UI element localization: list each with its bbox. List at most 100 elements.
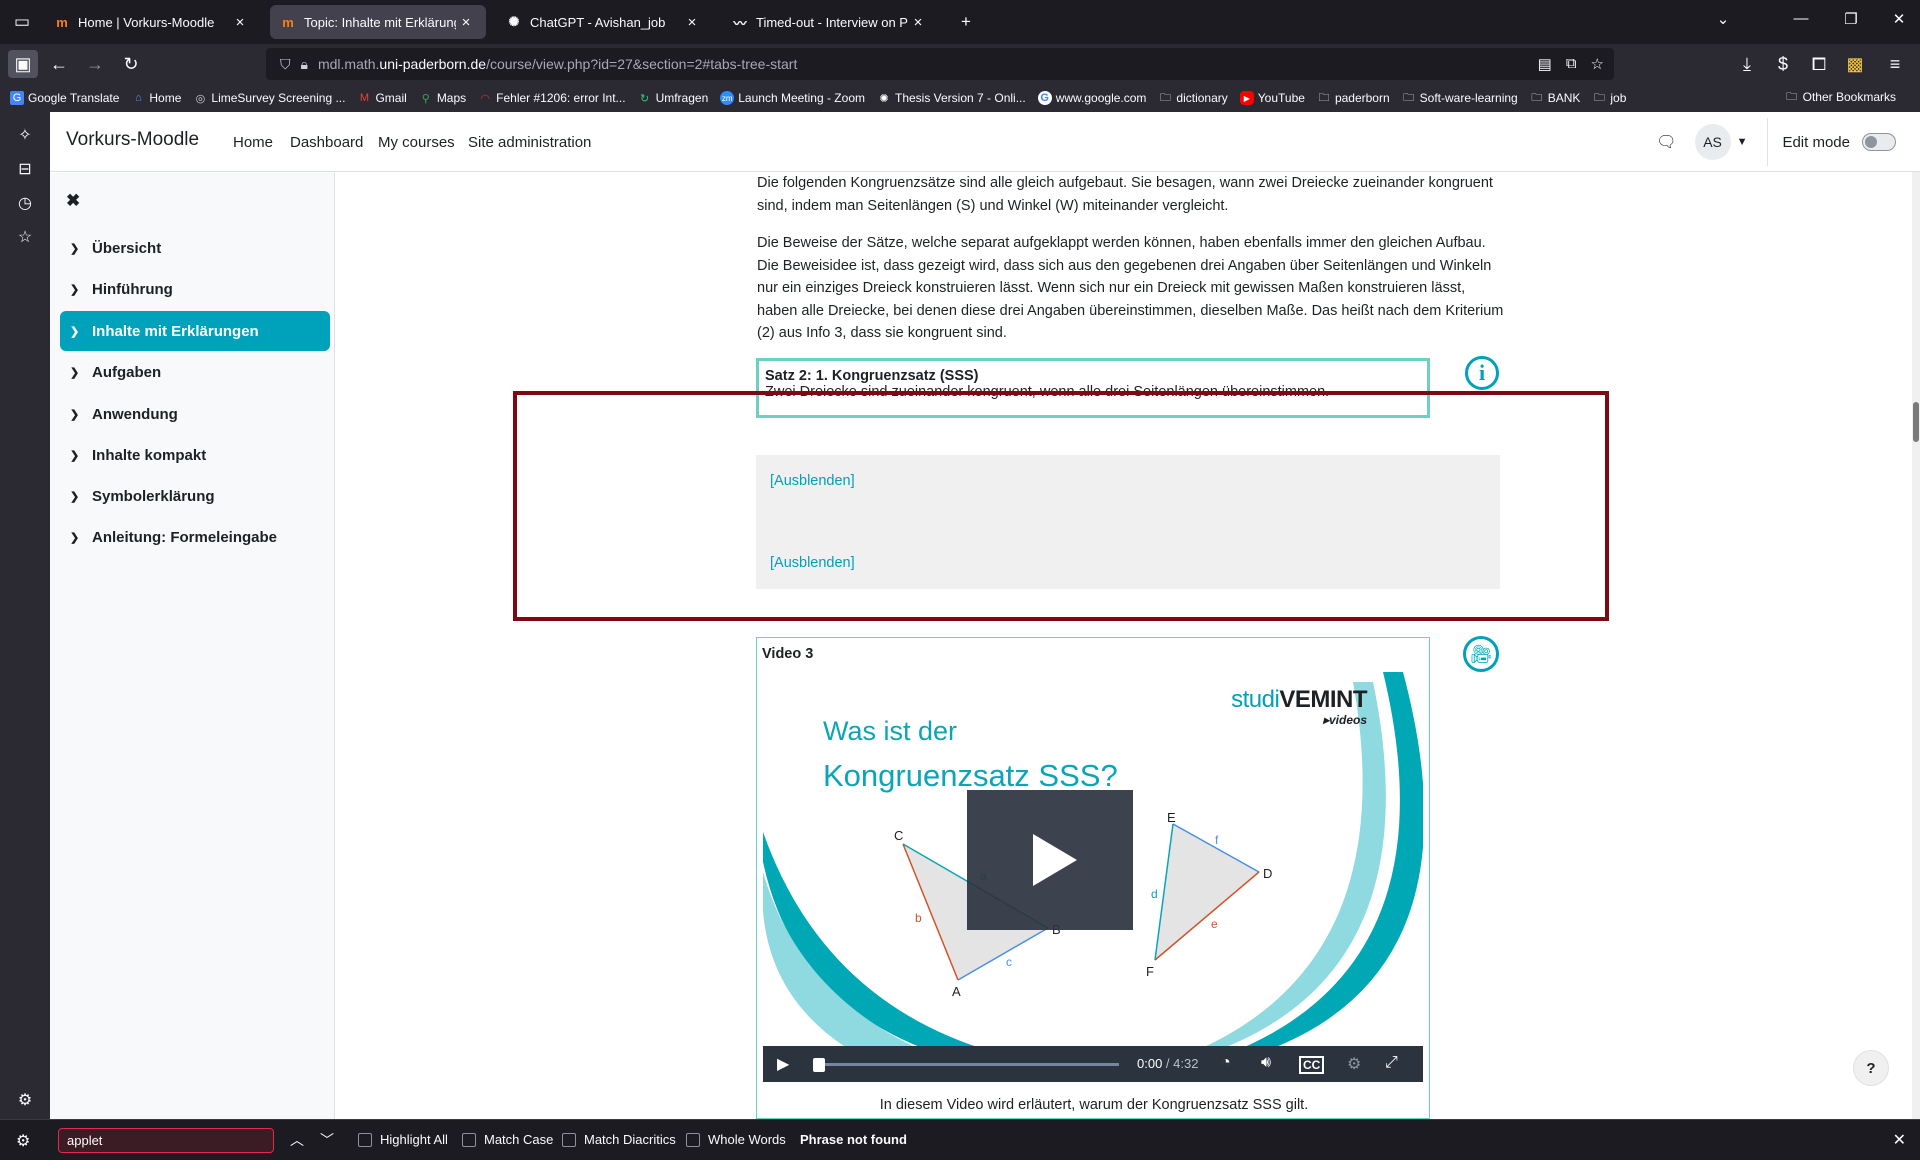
close-icon[interactable]: ×: [456, 14, 476, 31]
gear-icon[interactable]: ⚙: [1347, 1054, 1361, 1074]
tab-overview-icon[interactable]: ▭: [8, 8, 36, 36]
close-icon[interactable]: ×: [908, 14, 928, 31]
course-index-item[interactable]: ❯ Symbolerklärung: [60, 476, 330, 516]
chevron-down-icon[interactable]: ❯: [70, 449, 92, 462]
course-index-item[interactable]: ❯ Anleitung: Formeleingabe: [60, 517, 330, 557]
chevron-down-icon[interactable]: ❯: [70, 408, 92, 421]
bookmark-home[interactable]: ⌂ Home: [131, 91, 181, 105]
bookmark-dictionary[interactable]: 🗀︎ dictionary: [1158, 91, 1228, 105]
gear-icon[interactable]: ⚙: [16, 1131, 30, 1151]
avatar[interactable]: AS: [1694, 124, 1731, 160]
highlight-all-checkbox[interactable]: Highlight All: [358, 1132, 448, 1147]
bookmark-other[interactable]: 🗀︎ Other Bookmarks: [1785, 90, 1896, 104]
chevron-down-icon[interactable]: ❯: [70, 531, 92, 544]
find-next-icon[interactable]: ﹀: [320, 1130, 334, 1150]
new-tab-icon[interactable]: +: [952, 8, 980, 36]
tab-chatgpt[interactable]: ✺ ChatGPT - Avishan_job ×: [496, 5, 712, 39]
extension-badge-icon[interactable]: ▩: [1840, 50, 1870, 78]
bookmark-maps[interactable]: ⚲ Maps: [419, 91, 466, 105]
downloads-icon[interactable]: ⤓: [1732, 50, 1762, 78]
find-previous-icon[interactable]: ︿: [290, 1130, 304, 1150]
course-index-item-active[interactable]: ❯ Inhalte mit Erklärungen: [60, 311, 330, 351]
synced-tabs-icon[interactable]: ⊟: [12, 156, 38, 182]
bookmark-limesurvey[interactable]: ◎ LimeSurvey Screening ...: [193, 91, 346, 105]
reader-view-icon[interactable]: ▤: [1538, 55, 1552, 73]
nav-home[interactable]: Home: [233, 134, 273, 151]
back-icon[interactable]: ←: [44, 50, 74, 78]
bookmark-star-icon[interactable]: ☆: [1591, 55, 1604, 73]
nav-dashboard[interactable]: Dashboard: [290, 134, 363, 151]
progress-handle[interactable]: [813, 1058, 825, 1072]
scrollbar-thumb[interactable]: [1913, 402, 1919, 442]
account-icon[interactable]: $: [1768, 50, 1798, 78]
bookmark-google-translate[interactable]: G Google Translate: [10, 91, 119, 105]
play-icon[interactable]: ▶: [777, 1054, 789, 1074]
minimize-icon[interactable]: —: [1786, 10, 1816, 27]
url-bar[interactable]: ⛉ 🔒︎ mdl.math. uni-paderborn.de/course/vi…: [266, 48, 1614, 80]
menu-icon[interactable]: ≡: [1880, 50, 1910, 78]
big-play-button[interactable]: [967, 790, 1133, 930]
extensions-icon[interactable]: ⧠: [1804, 50, 1834, 78]
close-icon[interactable]: ✕: [1893, 1130, 1906, 1150]
bookmark-bank[interactable]: 🗀︎ BANK: [1530, 91, 1580, 105]
bookmark-fehler[interactable]: ◠ Fehler #1206: error Int...: [478, 91, 625, 105]
course-index-item[interactable]: ❯ Übersicht: [60, 228, 330, 268]
whole-words-checkbox[interactable]: Whole Words: [686, 1132, 786, 1147]
tab-home-vorkurs[interactable]: m Home | Vorkurs-Moodle ×: [44, 5, 260, 39]
sidebar-toggle-icon[interactable]: ▣: [8, 50, 38, 78]
lock-icon[interactable]: 🔒︎: [301, 56, 308, 73]
chevron-down-icon[interactable]: ❯: [70, 490, 92, 503]
bookmark-umfragen[interactable]: ↻ Umfragen: [638, 91, 708, 105]
bookmarks-icon[interactable]: ☆: [12, 224, 38, 250]
tab-topic-inhalte[interactable]: m Topic: Inhalte mit Erklärungen | Vorku…: [270, 5, 486, 39]
close-icon[interactable]: ×: [230, 14, 250, 31]
chevron-down-icon[interactable]: ❯: [70, 325, 92, 338]
course-index-item[interactable]: ❯ Inhalte kompakt: [60, 435, 330, 475]
restore-icon[interactable]: ❐: [1836, 10, 1866, 28]
window-close-icon[interactable]: ✕: [1884, 10, 1914, 28]
bookmark-zoom[interactable]: zm Launch Meeting - Zoom: [720, 91, 865, 105]
tab-timed-out[interactable]: 〰 Timed-out - Interview on Password ×: [722, 5, 938, 39]
bookmark-job[interactable]: 🗀︎ job: [1592, 91, 1627, 105]
course-index-item[interactable]: ❯ Anwendung: [60, 394, 330, 434]
captions-icon[interactable]: CC: [1299, 1056, 1325, 1074]
history-icon[interactable]: ◷: [12, 190, 38, 216]
bookmark-google[interactable]: Gwww.google.com: [1037, 91, 1146, 105]
ai-chatbot-icon[interactable]: ✧: [12, 122, 38, 148]
forward-icon[interactable]: →: [80, 50, 110, 78]
reload-icon[interactable]: ↻: [116, 50, 146, 78]
help-button[interactable]: ?: [1853, 1050, 1889, 1086]
volume-icon[interactable]: 🔊︎: [1261, 1054, 1271, 1072]
triangle-label: d: [1151, 887, 1158, 901]
bookmark-thesis[interactable]: ✺ Thesis Version 7 - Onli...: [877, 91, 1025, 105]
bookmark-youtube[interactable]: ▶ YouTube: [1239, 91, 1305, 105]
progress-bar[interactable]: [819, 1063, 1119, 1066]
nav-my-courses[interactable]: My courses: [378, 134, 455, 151]
close-icon[interactable]: ✖: [66, 191, 80, 211]
list-tabs-icon[interactable]: ⌄: [1708, 10, 1738, 28]
course-index-item[interactable]: ❯ Aufgaben: [60, 352, 330, 392]
messages-icon[interactable]: 🗨︎: [1656, 132, 1676, 152]
fullscreen-icon[interactable]: ⤢: [1385, 1054, 1398, 1072]
nav-site-administration[interactable]: Site administration: [468, 134, 591, 151]
course-index-item[interactable]: ❯ Hinführung: [60, 269, 330, 309]
find-input[interactable]: applet: [58, 1128, 274, 1153]
shield-icon[interactable]: ⛉: [280, 56, 291, 73]
site-brand[interactable]: Vorkurs-Moodle: [66, 129, 199, 151]
bookmark-paderborn[interactable]: 🗀︎ paderborn: [1317, 91, 1389, 105]
scrollbar-track[interactable]: [1912, 172, 1920, 1119]
bookmark-software-learning[interactable]: 🗀︎ Soft-ware-learning: [1402, 91, 1518, 105]
match-case-checkbox[interactable]: Match Case: [462, 1132, 553, 1147]
close-icon[interactable]: ×: [682, 14, 702, 31]
chevron-down-icon[interactable]: ❯: [70, 366, 92, 379]
chevron-down-icon[interactable]: ❯: [70, 283, 92, 296]
match-diacritics-checkbox[interactable]: Match Diacritics: [562, 1132, 676, 1147]
picture-in-picture-icon[interactable]: ⧉: [1566, 55, 1577, 73]
playback-rate-icon[interactable]: ◔: [1221, 1054, 1231, 1072]
video-player[interactable]: C A B a b c E D F d e f studiVEMINT ▸vid…: [763, 672, 1423, 1082]
customize-sidebar-icon[interactable]: ⚙: [12, 1087, 38, 1113]
edit-mode-toggle[interactable]: [1862, 133, 1896, 151]
bookmark-gmail[interactable]: M Gmail: [357, 91, 407, 105]
chevron-down-icon[interactable]: ▼: [1737, 136, 1748, 148]
chevron-down-icon[interactable]: ❯: [70, 242, 92, 255]
